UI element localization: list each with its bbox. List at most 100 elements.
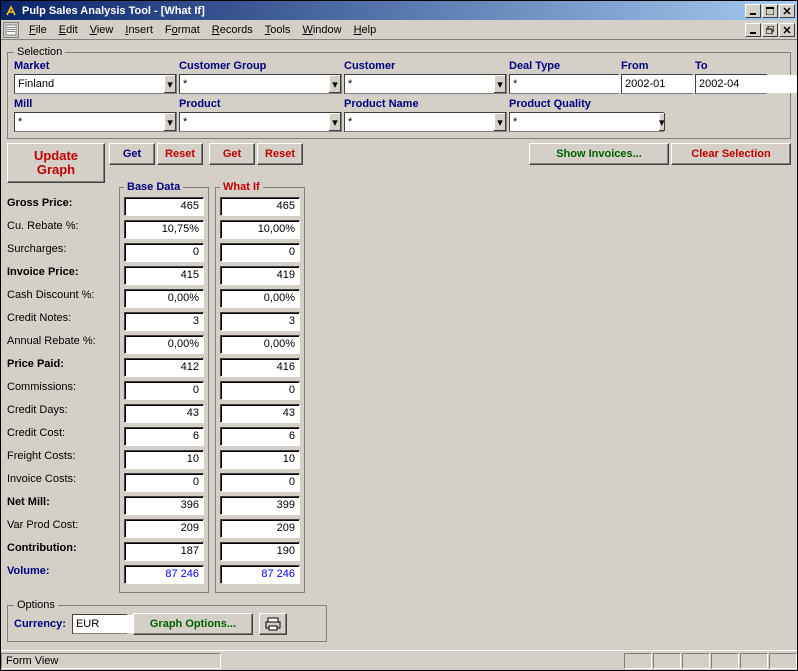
product-combo[interactable]: ▾ (179, 112, 342, 132)
data-cell[interactable]: 209 (124, 519, 204, 538)
graph-options-button[interactable]: Graph Options... (133, 613, 253, 635)
label-from: From (621, 60, 693, 72)
mill-input[interactable] (15, 113, 163, 131)
data-cell[interactable]: 0 (220, 243, 300, 262)
data-cell[interactable]: 399 (220, 496, 300, 515)
data-cell[interactable]: 6 (124, 427, 204, 446)
row-label: Credit Days: (7, 398, 119, 421)
data-cell[interactable]: 87 246 (220, 565, 300, 584)
currency-combo[interactable]: ▾ (72, 614, 127, 634)
data-cell[interactable]: 0 (124, 243, 204, 262)
menu-records[interactable]: Records (206, 22, 259, 38)
base-reset-button[interactable]: Reset (157, 143, 203, 165)
data-cell[interactable]: 0,00% (124, 289, 204, 308)
product-quality-combo[interactable]: ▾ (509, 112, 664, 132)
print-button[interactable] (259, 613, 287, 635)
clear-selection-button[interactable]: Clear Selection (671, 143, 791, 165)
to-combo[interactable]: ▾ (695, 74, 767, 94)
status-cell (711, 653, 739, 669)
mdi-minimize-button[interactable] (745, 23, 761, 37)
update-graph-button[interactable]: Update Graph (7, 143, 105, 183)
data-cell[interactable]: 416 (220, 358, 300, 377)
menu-tools[interactable]: Tools (259, 22, 297, 38)
menu-view[interactable]: View (84, 22, 120, 38)
data-cell[interactable]: 419 (220, 266, 300, 285)
show-invoices-button[interactable]: Show Invoices... (529, 143, 669, 165)
customer-group-input[interactable] (180, 75, 328, 93)
base-get-button[interactable]: Get (109, 143, 155, 165)
row-label: Credit Cost: (7, 421, 119, 444)
data-cell[interactable]: 3 (220, 312, 300, 331)
menu-help[interactable]: Help (348, 22, 383, 38)
minimize-button[interactable] (745, 4, 761, 18)
deal-type-combo[interactable]: ▾ (509, 74, 619, 94)
data-cell[interactable]: 0 (220, 473, 300, 492)
product-quality-input[interactable] (510, 113, 658, 131)
chevron-down-icon[interactable]: ▾ (493, 113, 506, 131)
row-label: Contribution: (7, 536, 119, 559)
data-cell[interactable]: 87 246 (124, 565, 204, 584)
row-label: Cu. Rebate %: (7, 214, 119, 237)
whatif-column: What If 465 10,00% 0 419 0,00% 3 0,00% 416 0 43 6 1… (215, 181, 305, 593)
whatif-reset-button[interactable]: Reset (257, 143, 303, 165)
data-cell[interactable]: 10 (124, 450, 204, 469)
data-cell[interactable]: 0,00% (124, 335, 204, 354)
product-name-combo[interactable]: ▾ (344, 112, 507, 132)
customer-group-combo[interactable]: ▾ (179, 74, 342, 94)
whatif-get-button[interactable]: Get (209, 143, 255, 165)
label-mill: Mill (14, 98, 177, 110)
data-cell[interactable]: 465 (124, 197, 204, 216)
data-cell[interactable]: 0,00% (220, 335, 300, 354)
label-market: Market (14, 60, 177, 72)
data-cell[interactable]: 0 (220, 381, 300, 400)
data-cell[interactable]: 43 (124, 404, 204, 423)
window-title: Pulp Sales Analysis Tool - [What If] (22, 5, 745, 17)
data-cell[interactable]: 3 (124, 312, 204, 331)
menu-format[interactable]: Format (159, 22, 206, 38)
data-cell[interactable]: 43 (220, 404, 300, 423)
menu-file[interactable]: File (23, 22, 53, 38)
data-cell[interactable]: 10,75% (124, 220, 204, 239)
close-button[interactable] (779, 4, 795, 18)
data-cell[interactable]: 6 (220, 427, 300, 446)
statusbar: Form View (1, 650, 797, 670)
data-cell[interactable]: 209 (220, 519, 300, 538)
data-cell[interactable]: 396 (124, 496, 204, 515)
data-cell[interactable]: 0,00% (220, 289, 300, 308)
whatif-header: What If (220, 181, 263, 193)
product-input[interactable] (180, 113, 328, 131)
menu-insert[interactable]: Insert (119, 22, 159, 38)
data-cell[interactable]: 10 (220, 450, 300, 469)
data-cell[interactable]: 10,00% (220, 220, 300, 239)
data-cell[interactable]: 465 (220, 197, 300, 216)
market-input[interactable] (15, 75, 163, 93)
status-cell (682, 653, 710, 669)
chevron-down-icon[interactable]: ▾ (493, 75, 506, 93)
chevron-down-icon[interactable]: ▾ (658, 113, 665, 131)
to-input[interactable] (696, 75, 797, 93)
data-cell[interactable]: 412 (124, 358, 204, 377)
mill-combo[interactable]: ▾ (14, 112, 177, 132)
label-customer: Customer (344, 60, 507, 72)
from-combo[interactable]: ▾ (621, 74, 693, 94)
maximize-button[interactable] (762, 4, 778, 18)
market-combo[interactable]: ▾ (14, 74, 177, 94)
data-cell[interactable]: 190 (220, 542, 300, 561)
customer-combo[interactable]: ▾ (344, 74, 507, 94)
product-name-input[interactable] (345, 113, 493, 131)
titlebar: Pulp Sales Analysis Tool - [What If] (1, 1, 797, 20)
status-cell (769, 653, 797, 669)
data-cell[interactable]: 0 (124, 473, 204, 492)
mdi-restore-button[interactable] (762, 23, 778, 37)
mdi-close-button[interactable] (779, 23, 795, 37)
menu-edit[interactable]: Edit (53, 22, 84, 38)
data-cell[interactable]: 0 (124, 381, 204, 400)
chevron-down-icon[interactable]: ▾ (163, 113, 176, 131)
chevron-down-icon[interactable]: ▾ (163, 75, 176, 93)
chevron-down-icon[interactable]: ▾ (328, 113, 341, 131)
data-cell[interactable]: 415 (124, 266, 204, 285)
menu-window[interactable]: Window (296, 22, 347, 38)
customer-input[interactable] (345, 75, 493, 93)
data-cell[interactable]: 187 (124, 542, 204, 561)
chevron-down-icon[interactable]: ▾ (328, 75, 341, 93)
